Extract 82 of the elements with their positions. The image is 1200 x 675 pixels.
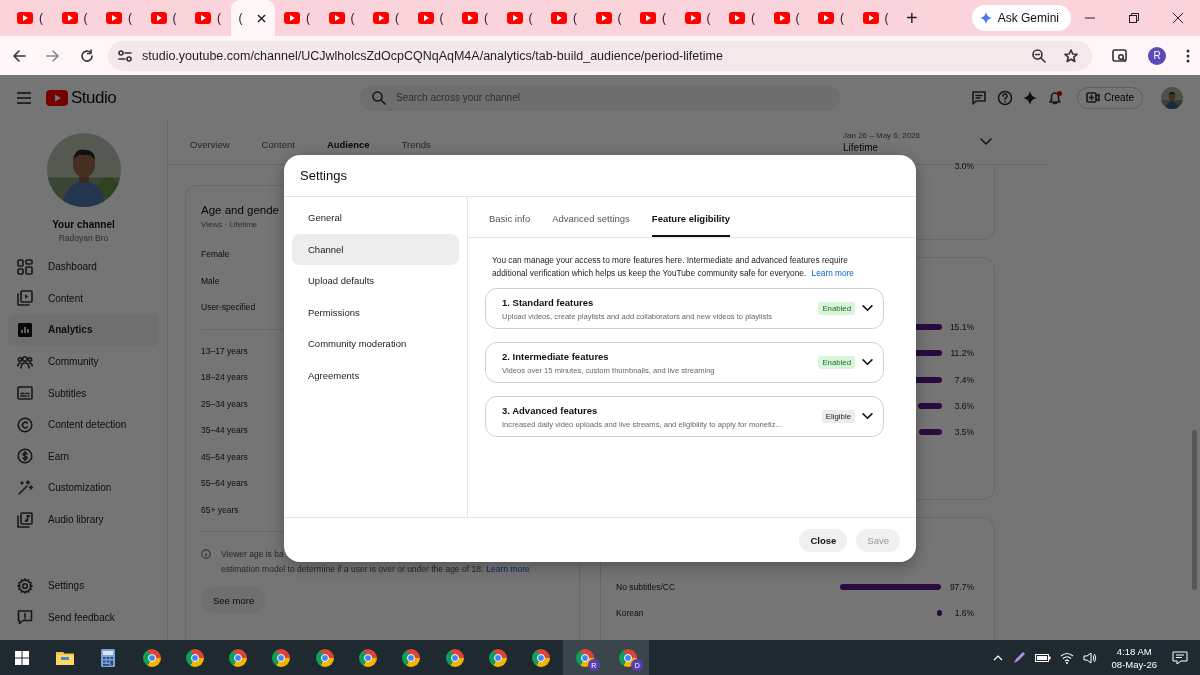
- tab[interactable]: Feature eligibility: [651, 213, 730, 237]
- browser-tab[interactable]: (: [809, 0, 854, 36]
- new-tab-button[interactable]: +: [900, 7, 924, 29]
- search-field[interactable]: Search across your channel: [360, 84, 840, 111]
- settings-nav-item[interactable]: Agreements: [292, 359, 459, 391]
- browser-tab[interactable]: (: [141, 0, 186, 36]
- percentage-text: 15.1%: [948, 322, 974, 333]
- percentage-text: 7.4%: [953, 374, 974, 385]
- browser-tab[interactable]: (: [275, 0, 320, 36]
- browser-tab[interactable]: (: [186, 0, 231, 36]
- browser-tab[interactable]: (: [52, 0, 97, 36]
- browser-tab[interactable]: (: [319, 0, 364, 36]
- row-label: User-specified: [201, 301, 256, 315]
- see-more-button[interactable]: See more: [201, 587, 267, 613]
- tab[interactable]: Basic info: [489, 213, 531, 237]
- feature-title: 1. Standard features: [502, 296, 595, 308]
- browser-tab[interactable]: (: [8, 0, 53, 36]
- browser-tab[interactable]: (: [453, 0, 498, 36]
- nav-item[interactable]: Content: [8, 282, 159, 315]
- browser-tab[interactable]: (: [764, 0, 809, 36]
- close-button[interactable]: Close: [799, 528, 848, 552]
- browser-tab[interactable]: (: [97, 0, 142, 36]
- profile-avatar[interactable]: R: [1148, 46, 1166, 65]
- settings-nav-item[interactable]: Community moderation: [292, 328, 459, 360]
- settings-nav-item[interactable]: Permissions: [292, 296, 459, 328]
- browser-tab[interactable]: (: [586, 0, 631, 36]
- clock[interactable]: 4:18 AM 08-May-26: [1111, 644, 1157, 671]
- card-title: Age and gende: [201, 204, 280, 216]
- studio-logo-text[interactable]: Studio: [71, 87, 117, 108]
- row-label: 55–64 years: [201, 477, 248, 491]
- row-label: Female: [201, 248, 230, 262]
- nav-item[interactable]: Subtitles: [8, 377, 159, 409]
- row-label: No subtitles/CC: [615, 582, 676, 593]
- tab[interactable]: Advanced settings: [552, 213, 630, 237]
- browser-tab[interactable]: (: [542, 0, 587, 36]
- create-button[interactable]: Create: [1077, 86, 1143, 109]
- settings-nav-item[interactable]: Upload defaults: [292, 265, 459, 297]
- settings-nav-item[interactable]: Channel: [292, 233, 459, 265]
- percentage-text: 3.0%: [953, 161, 974, 173]
- row-label: 25–34 years: [201, 397, 248, 411]
- browser-tab[interactable]: (: [631, 0, 676, 36]
- nav-item[interactable]: Customization: [8, 472, 159, 504]
- browser-tab[interactable]: (: [853, 0, 898, 36]
- channel-name: Radoyan Bro: [57, 233, 110, 243]
- note-text: Viewer age is ba: [221, 548, 284, 561]
- browser-tab[interactable]: (: [364, 0, 409, 36]
- nav-item[interactable]: Community: [8, 345, 159, 378]
- nav-item[interactable]: Content detection: [8, 408, 159, 441]
- nav-item[interactable]: Earn: [8, 440, 159, 473]
- dialog-title: Settings: [300, 168, 347, 183]
- percentage-text: 97.7%: [948, 582, 974, 593]
- percentage-text: 1.6%: [953, 608, 974, 619]
- row-label: Male: [201, 274, 220, 288]
- row-label: Korean: [615, 608, 644, 619]
- channel-title[interactable]: Your channel: [0, 219, 167, 230]
- card-subtitle: Views · Lifetime: [201, 220, 258, 229]
- row-label: 45–54 years: [201, 450, 248, 464]
- address-field[interactable]: studio.youtube.com/channel/UCJwlholcsZdOcpCQNqAqM4A/analytics/tab-build_audience/period-lifetime: [108, 40, 1092, 71]
- nav-item[interactable]: Analytics: [8, 314, 159, 346]
- browser-tab[interactable]: (: [408, 0, 453, 36]
- row-label: 13–17 years: [201, 344, 248, 358]
- nav-item[interactable]: Audio library: [8, 503, 159, 536]
- feature-title: 3. Advanced features: [502, 404, 599, 416]
- settings-nav-item[interactable]: General: [292, 202, 459, 234]
- browser-tab[interactable]: (: [720, 0, 765, 36]
- nav-item[interactable]: Send feedback: [8, 601, 159, 633]
- row-label: 65+ years: [201, 503, 239, 517]
- date-range-picker[interactable]: Jan 26 – May 6, 2026 Lifetime: [843, 120, 1050, 164]
- row-label: 35–44 years: [201, 424, 248, 438]
- browser-tab[interactable]: (: [497, 0, 542, 36]
- browser-tab[interactable]: (: [675, 0, 720, 36]
- percentage-text: 11.2%: [949, 348, 974, 359]
- browser-tab[interactable]: (: [230, 0, 275, 36]
- gemini-button[interactable]: Ask Gemini: [971, 5, 1072, 31]
- feature-title: 2. Intermediate features: [502, 350, 610, 362]
- percentage-text: 3.6%: [953, 401, 974, 412]
- nav-item[interactable]: Dashboard: [8, 251, 159, 283]
- description-text: You can manage your access to more features here. Intermediate and advanced features require additional verification which helps us keep the YouTube community safe for everyone. Learn more: [492, 254, 855, 280]
- row-label: 18–24 years: [201, 371, 248, 385]
- nav-item[interactable]: Settings: [8, 569, 159, 602]
- percentage-text: 3.5%: [953, 427, 974, 438]
- learn-more-link[interactable]: Learn more: [811, 268, 854, 278]
